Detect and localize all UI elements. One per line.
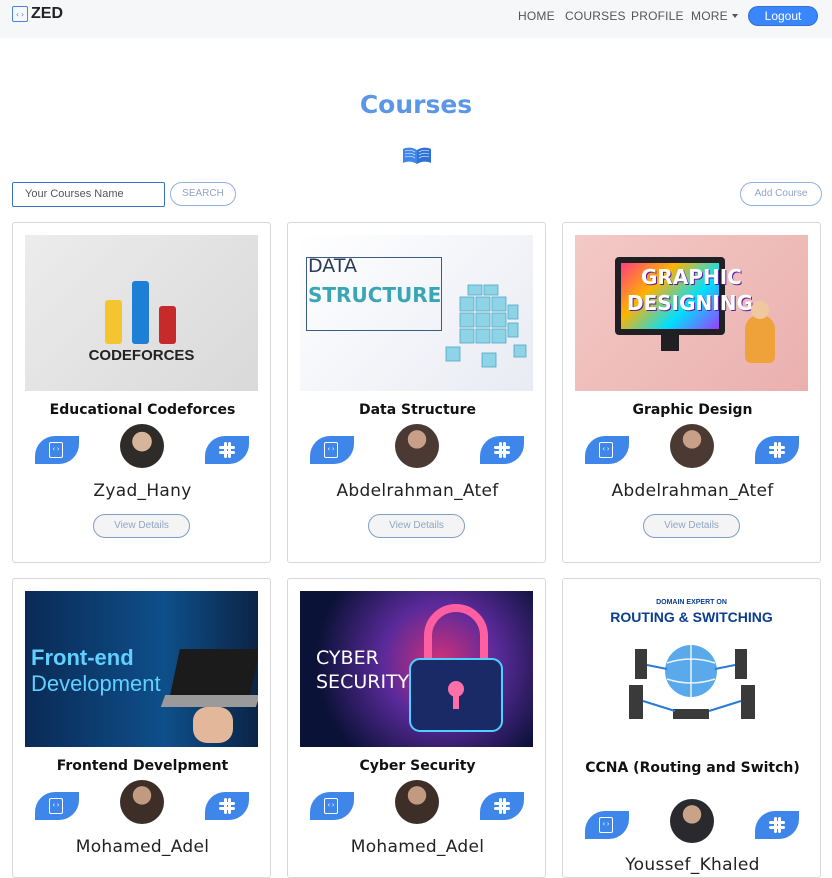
- course-image: GRAPHIC DESIGNING: [575, 235, 808, 391]
- course-author: Abdelrahman_Atef: [611, 481, 774, 501]
- course-title: Graphic Design: [632, 402, 753, 418]
- course-image: DOMAIN EXPERT ON ROUTING & SWITCHING: [575, 591, 808, 747]
- nav-courses[interactable]: COURSES: [565, 9, 626, 23]
- course-title: CCNA (Routing and Switch): [585, 760, 800, 776]
- nav-more-label: MORE: [691, 9, 728, 23]
- course-card: DOMAIN EXPERT ON ROUTING & SWITCHING CCN…: [562, 578, 821, 878]
- page-title: Courses: [359, 90, 473, 119]
- code-badge[interactable]: ‹›: [585, 811, 629, 839]
- view-details-button[interactable]: View Details: [368, 514, 465, 538]
- slack-icon: [769, 442, 785, 458]
- logout-button[interactable]: Logout: [749, 7, 817, 25]
- search-button[interactable]: SEARCH: [170, 182, 236, 206]
- course-card: DATA STRUCTURE Data Structure ‹› Abdelra…: [287, 222, 546, 563]
- course-image-caption: DESIGNING: [627, 291, 753, 315]
- person-head-graphic: [751, 301, 769, 319]
- course-image: CYBER SECURITY: [300, 591, 533, 747]
- view-details-button[interactable]: View Details: [93, 514, 190, 538]
- course-image-caption: GRAPHIC: [641, 265, 742, 289]
- nav-home[interactable]: HOME: [518, 9, 555, 23]
- course-title: Cyber Security: [359, 758, 476, 774]
- brand-logo[interactable]: ‹› ZED: [12, 5, 63, 23]
- slack-badge[interactable]: [480, 436, 524, 464]
- code-badge[interactable]: ‹›: [310, 792, 354, 820]
- code-badge[interactable]: ‹›: [35, 792, 79, 820]
- course-image: Front-end Development: [25, 591, 258, 747]
- padlock-graphic: [409, 604, 503, 732]
- add-course-button[interactable]: Add Course: [740, 182, 822, 206]
- course-author: Youssef_Khaled: [625, 855, 760, 875]
- slack-icon: [219, 442, 235, 458]
- course-image-caption: Front-end: [31, 645, 134, 670]
- slack-icon: [219, 798, 235, 814]
- slack-badge[interactable]: [755, 811, 799, 839]
- open-book-icon: [403, 147, 431, 164]
- nav-more[interactable]: MORE: [691, 9, 738, 23]
- hands-graphic: [193, 707, 233, 743]
- course-image-caption: Development: [31, 671, 161, 696]
- code-icon: ‹›: [49, 798, 63, 814]
- laptop-base-graphic: [160, 695, 258, 707]
- brand-name: ZED: [31, 5, 63, 22]
- course-image: CODEFORCES: [25, 235, 258, 391]
- avatar: [395, 424, 439, 468]
- network-graphic: [629, 645, 755, 719]
- codeforces-logo: [105, 281, 176, 344]
- avatar: [120, 780, 164, 824]
- slack-icon: [494, 798, 510, 814]
- monitor-stand: [661, 335, 679, 351]
- slack-icon: [494, 442, 510, 458]
- course-image-caption: CYBER: [316, 647, 379, 669]
- search-input[interactable]: Your Courses Name: [12, 182, 165, 207]
- avatar: [395, 780, 439, 824]
- slack-badge[interactable]: [480, 792, 524, 820]
- nav-profile[interactable]: PROFILE: [631, 9, 684, 23]
- course-author: Mohamed_Adel: [350, 837, 485, 857]
- navbar: ‹› ZED HOME COURSES PROFILE MORE Logout: [0, 0, 832, 38]
- course-image-caption: SECURITY: [316, 671, 410, 693]
- course-card: CYBER SECURITY Cyber Security ‹› Mohamed…: [287, 578, 546, 878]
- avatar: [670, 799, 714, 843]
- laptop-graphic: [170, 649, 258, 695]
- course-author: Zyad_Hany: [93, 481, 192, 501]
- course-title: Data Structure: [358, 402, 477, 418]
- course-author: Abdelrahman_Atef: [336, 481, 499, 501]
- course-author: Mohamed_Adel: [75, 837, 210, 857]
- slack-icon: [769, 817, 785, 833]
- code-icon: ‹›: [49, 442, 63, 458]
- slack-badge[interactable]: [755, 436, 799, 464]
- code-icon: ‹›: [599, 442, 613, 458]
- code-icon: ‹›: [12, 6, 28, 22]
- code-icon: ‹›: [324, 798, 338, 814]
- cube-graphic: [445, 284, 527, 368]
- avatar: [670, 424, 714, 468]
- code-badge[interactable]: ‹›: [35, 436, 79, 464]
- person-graphic: [745, 315, 775, 363]
- course-card: CODEFORCES Educational Codeforces ‹› Zya…: [12, 222, 271, 563]
- caret-down-icon: [731, 14, 738, 18]
- slack-badge[interactable]: [205, 436, 249, 464]
- course-card: GRAPHIC DESIGNING Graphic Design ‹› Abde…: [562, 222, 821, 563]
- code-badge[interactable]: ‹›: [585, 436, 629, 464]
- view-details-button[interactable]: View Details: [643, 514, 740, 538]
- code-badge[interactable]: ‹›: [310, 436, 354, 464]
- avatar: [120, 424, 164, 468]
- course-image: DATA STRUCTURE: [300, 235, 533, 391]
- slack-badge[interactable]: [205, 792, 249, 820]
- course-image-caption: CODEFORCES: [88, 347, 195, 364]
- course-card: Front-end Development Frontend Develpmen…: [12, 578, 271, 878]
- code-icon: ‹›: [324, 442, 338, 458]
- course-title: Educational Codeforces: [49, 402, 236, 418]
- code-icon: ‹›: [599, 817, 613, 833]
- course-title: Frontend Develpment: [56, 758, 229, 774]
